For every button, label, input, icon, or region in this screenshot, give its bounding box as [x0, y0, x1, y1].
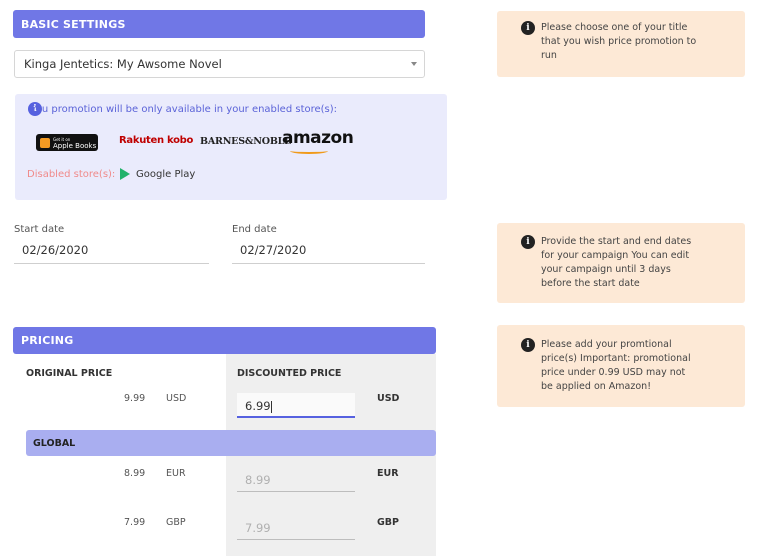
tip-line: Please add your promtional	[541, 339, 672, 350]
amazon-logo: amazon	[282, 128, 354, 148]
original-price-gbp: 7.99	[124, 517, 146, 528]
original-currency-gbp: GBP	[166, 517, 186, 528]
info-icon: i	[521, 235, 535, 249]
discounted-price-eur-value: 8.99	[245, 473, 271, 487]
original-price-heading: ORIGINAL PRICE	[26, 368, 113, 379]
info-icon: i	[521, 338, 535, 352]
start-date-value: 02/26/2020	[22, 243, 89, 257]
original-price-usd: 9.99	[124, 393, 146, 404]
chevron-down-icon	[411, 62, 417, 66]
pricing-header: PRICING	[13, 327, 436, 354]
discounted-price-heading: DISCOUNTED PRICE	[237, 368, 342, 379]
discounted-price-gbp-input[interactable]: 7.99	[237, 515, 355, 540]
stores-note: You promotion will be only available in …	[31, 104, 338, 115]
pricing-title: PRICING	[21, 334, 74, 347]
google-play-icon	[120, 168, 130, 180]
book-title-value: Kinga Jentetics: My Awsome Novel	[24, 57, 222, 71]
original-price-eur: 8.99	[124, 468, 146, 479]
tip-title-box: i Please choose one of your title that y…	[497, 11, 745, 77]
tip-title-text: Please choose one of your title that you…	[541, 21, 696, 63]
discounted-currency-eur: EUR	[377, 468, 399, 479]
tip-line: Please choose one of your title	[541, 22, 688, 33]
google-play-logo: Google Play	[120, 168, 195, 180]
original-currency-usd: USD	[166, 393, 187, 404]
discounted-currency-gbp: GBP	[377, 517, 400, 528]
book-title-select[interactable]: Kinga Jentetics: My Awsome Novel	[14, 50, 425, 78]
apple-books-label: Apple Books	[53, 141, 97, 150]
discounted-price-usd-value: 6.99	[245, 399, 271, 413]
tip-line: for your campaign You can edit	[541, 250, 690, 261]
tip-dates-text: Provide the start and end dates for your…	[541, 235, 691, 291]
start-date-input[interactable]: 02/26/2020	[14, 240, 209, 264]
tip-line: be applied on Amazon!	[541, 381, 652, 392]
barnes-noble-logo: BARNES&NOBLE	[200, 136, 292, 147]
discounted-price-usd-input[interactable]: 6.99	[237, 393, 355, 418]
tip-dates-box: i Provide the start and end dates for yo…	[497, 223, 745, 303]
discounted-price-gbp-value: 7.99	[245, 521, 271, 535]
tip-line: your campaign until 3 days	[541, 264, 671, 275]
google-play-label: Google Play	[136, 168, 196, 180]
discounted-price-eur-input[interactable]: 8.99	[237, 467, 355, 492]
start-date-label: Start date	[14, 224, 65, 235]
tip-line: that you wish price promotion to	[541, 36, 697, 47]
tip-pricing-text: Please add your promtional price(s) Impo…	[541, 338, 691, 394]
tip-line: before the start date	[541, 278, 640, 289]
text-caret	[270, 400, 272, 413]
end-date-label: End date	[232, 224, 277, 235]
info-icon: i	[521, 21, 535, 35]
end-date-input[interactable]: 02/27/2020	[232, 240, 425, 264]
tip-line: Provide the start and end dates	[541, 236, 692, 247]
basic-settings-title: BASIC SETTINGS	[21, 17, 126, 31]
amazon-smile-icon	[290, 148, 328, 154]
apple-books-logo: Get it on Apple Books	[36, 134, 98, 151]
basic-settings-header: BASIC SETTINGS	[13, 10, 425, 38]
global-section-bar[interactable]: GLOBAL	[26, 430, 436, 456]
rakuten-kobo-logo: Rakuten kobo	[119, 135, 194, 146]
apple-books-icon	[40, 137, 50, 148]
tip-line: price under 0.99 USD may not	[541, 367, 686, 378]
disabled-stores-label: Disabled store(s):	[27, 169, 116, 180]
tip-line: price(s) Important: promotional	[541, 353, 691, 364]
end-date-value: 02/27/2020	[240, 243, 307, 257]
discounted-currency-usd: USD	[377, 393, 400, 404]
tip-pricing-box: i Please add your promtional price(s) Im…	[497, 325, 745, 407]
original-currency-eur: EUR	[166, 468, 186, 479]
global-label: GLOBAL	[33, 437, 76, 449]
tip-line: run	[541, 50, 557, 61]
